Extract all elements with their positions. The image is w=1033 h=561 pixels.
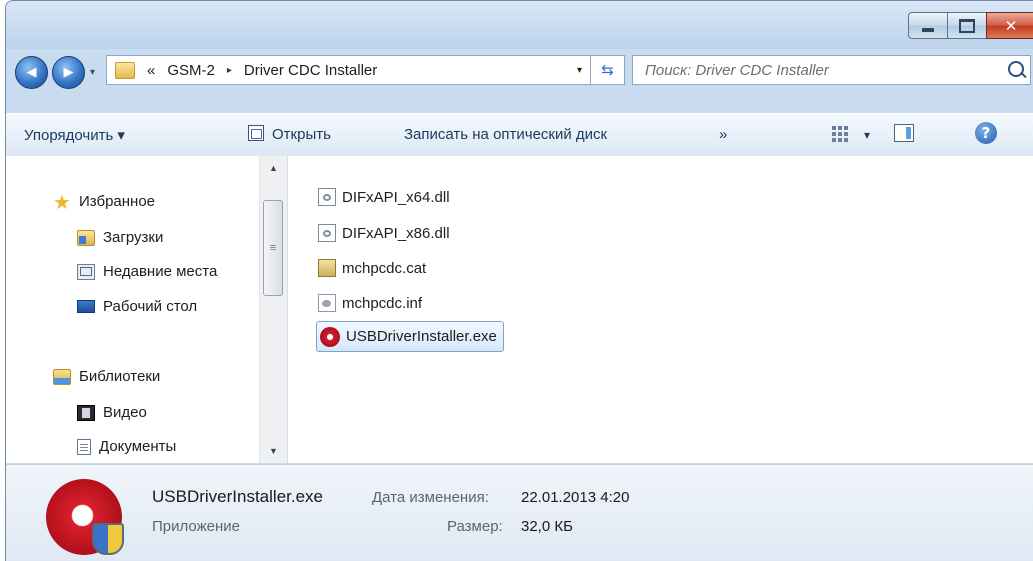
nav-item-recent-places[interactable]: Недавние места — [77, 263, 217, 280]
nav-item-label: Загрузки — [103, 229, 164, 246]
close-button[interactable]: ✕ — [986, 12, 1033, 39]
recent-places-icon — [77, 263, 95, 280]
nav-favorites[interactable]: ★ Избранное — [53, 189, 156, 214]
nav-item-downloads[interactable]: Загрузки — [77, 229, 163, 246]
file-item-mchpcdc-cat[interactable]: mchpcdc.cat — [318, 254, 426, 282]
open-icon[interactable] — [248, 125, 264, 141]
details-size-label: Размер: — [447, 518, 503, 535]
star-icon: ★ — [53, 189, 71, 214]
nav-item-label: Недавние места — [103, 263, 218, 280]
file-list: DIFxAPI_x64.dll DIFxAPI_x86.dll mchpcdc.… — [288, 156, 1033, 463]
file-item-usbdriverinstaller[interactable]: USBDriverInstaller.exe — [316, 321, 504, 352]
details-file-name: USBDriverInstaller.exe — [152, 487, 324, 506]
nav-item-label: Видео — [103, 404, 147, 421]
microchip-app-icon — [320, 326, 340, 347]
scroll-down-icon[interactable]: ▼ — [260, 439, 287, 463]
nav-libraries-label: Библиотеки — [79, 368, 161, 385]
nav-item-label: Рабочий стол — [103, 298, 198, 315]
file-name: DIFxAPI_x64.dll — [342, 188, 450, 206]
maximize-button[interactable] — [947, 12, 987, 39]
breadcrumb-gsm-2[interactable]: GSM-2 — [167, 62, 215, 79]
video-library-icon — [77, 404, 95, 421]
nav-favorites-label: Избранное — [79, 193, 156, 210]
breadcrumb-driver-cdc-installer[interactable]: Driver CDC Installer — [244, 62, 377, 79]
nav-item-label: Документы — [99, 438, 177, 455]
setup-info-icon — [318, 294, 336, 312]
file-name: mchpcdc.inf — [342, 294, 423, 312]
change-view-icon[interactable] — [832, 126, 848, 142]
dll-file-icon — [318, 224, 336, 242]
file-item-mchpcdc-inf[interactable]: mchpcdc.inf — [318, 289, 422, 317]
back-arrow-icon: ◀ — [26, 65, 37, 80]
nav-item-desktop[interactable]: Рабочий стол — [77, 298, 197, 315]
file-item-difxapi-x86[interactable]: DIFxAPI_x86.dll — [318, 219, 450, 247]
open-button[interactable]: Открыть — [272, 126, 331, 143]
details-pane: USBDriverInstaller.exe Дата изменения: 2… — [6, 464, 1033, 561]
dll-file-icon — [318, 188, 336, 206]
file-item-difxapi-x64[interactable]: DIFxAPI_x64.dll — [318, 183, 450, 211]
scroll-thumb[interactable]: ≡ — [263, 200, 283, 296]
close-icon: ✕ — [1004, 16, 1018, 35]
documents-icon — [77, 438, 91, 455]
file-name: DIFxAPI_x86.dll — [342, 224, 450, 242]
security-catalog-icon — [318, 259, 336, 277]
downloads-icon — [77, 229, 95, 246]
address-bar[interactable]: « GSM-2 ▸ Driver CDC Installer ▾ — [106, 55, 591, 85]
breadcrumb-overflow[interactable]: « — [147, 62, 155, 79]
details-size-value: 32,0 КБ — [521, 518, 573, 535]
libraries-icon — [53, 368, 71, 385]
organize-button[interactable]: Упорядочить ▾ — [24, 126, 125, 144]
nav-item-video[interactable]: Видео — [77, 404, 147, 421]
details-modified-value: 22.01.2013 4:20 — [521, 489, 630, 506]
breadcrumb-separator[interactable]: ▸ — [227, 65, 232, 76]
nav-libraries[interactable]: Библиотеки — [53, 368, 160, 385]
explorer-window: ✕ ◀ ▶ ▾ « GSM-2 ▸ Driver CDC Installer ▾… — [5, 0, 1033, 561]
maximize-icon — [959, 18, 975, 33]
command-bar: Упорядочить ▾ Открыть Записать на оптиче… — [6, 113, 1033, 157]
details-file-type: Приложение — [152, 518, 240, 535]
minimize-button[interactable] — [908, 12, 948, 39]
details-modified-label: Дата изменения: — [372, 489, 489, 506]
title-bar: ✕ — [6, 1, 1033, 49]
desktop-icon — [77, 300, 95, 313]
forward-button[interactable]: ▶ — [52, 56, 85, 89]
file-name: USBDriverInstaller.exe — [346, 328, 497, 345]
preview-pane-icon[interactable] — [894, 124, 914, 142]
help-icon[interactable]: ? — [975, 122, 997, 144]
recent-pages-dropdown[interactable]: ▾ — [90, 67, 95, 78]
address-row: ◀ ▶ ▾ « GSM-2 ▸ Driver CDC Installer ▾ ⇆… — [6, 49, 1033, 91]
file-name: mchpcdc.cat — [342, 259, 427, 277]
search-icon[interactable] — [1008, 61, 1024, 77]
scroll-up-icon[interactable]: ▲ — [260, 156, 287, 180]
navigation-pane: ★ Избранное Загрузки Недавние места Рабо… — [6, 156, 288, 463]
search-placeholder: Поиск: Driver CDC Installer — [645, 61, 829, 79]
navigation-scrollbar[interactable]: ▲ ≡ ▼ — [259, 156, 287, 463]
uac-shield-icon — [92, 523, 124, 555]
caption-buttons: ✕ — [908, 12, 1033, 39]
search-input[interactable]: Поиск: Driver CDC Installer — [632, 55, 1031, 85]
refresh-icon: ⇆ — [601, 61, 614, 79]
back-button[interactable]: ◀ — [15, 56, 48, 89]
views-dropdown-icon[interactable]: ▾ — [864, 128, 870, 142]
minimize-icon — [922, 27, 934, 32]
nav-item-documents[interactable]: Документы — [77, 438, 176, 455]
burn-button[interactable]: Записать на оптический диск — [404, 126, 607, 143]
more-commands-button[interactable]: » — [719, 126, 727, 143]
folder-icon — [115, 61, 135, 79]
address-dropdown-icon[interactable]: ▾ — [577, 65, 582, 76]
refresh-button[interactable]: ⇆ — [591, 55, 625, 85]
forward-arrow-icon: ▶ — [63, 65, 74, 80]
